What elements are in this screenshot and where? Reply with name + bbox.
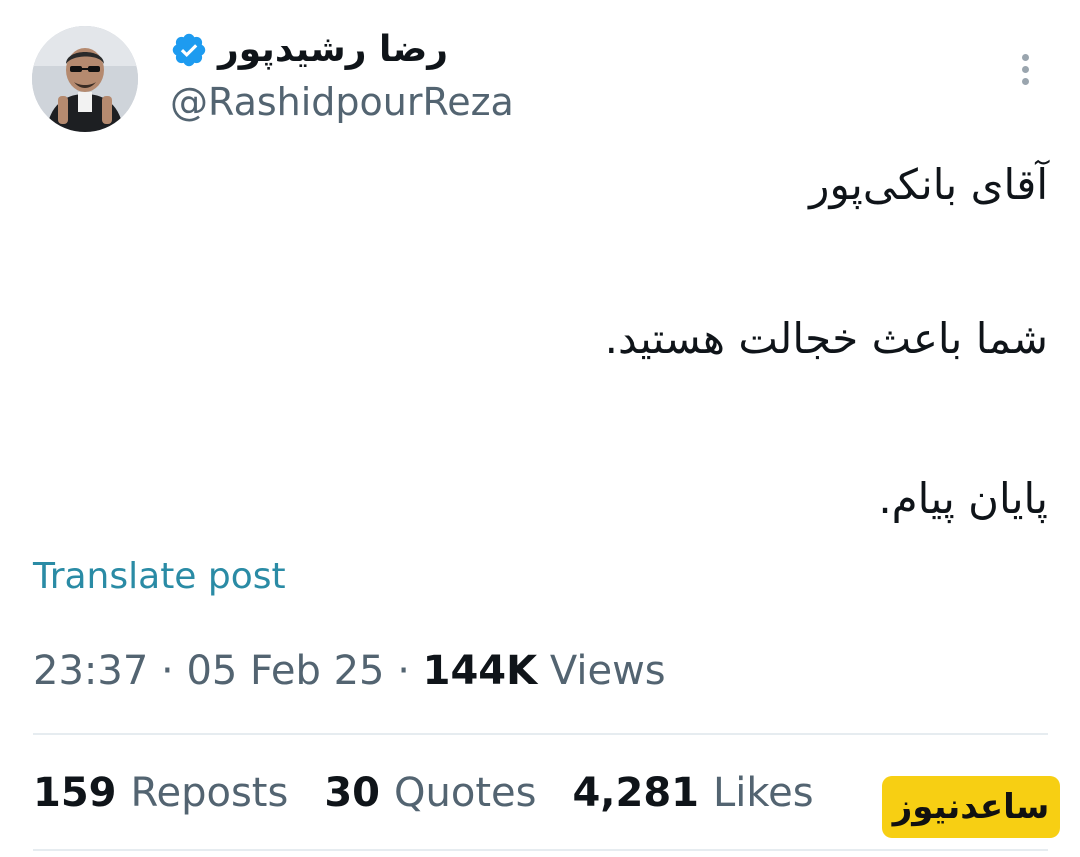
avatar[interactable] <box>32 26 138 132</box>
views-label: Views <box>549 648 666 694</box>
reposts-count: 159 <box>33 770 117 816</box>
watermark-logo: ساعدنیوز <box>882 776 1060 838</box>
quotes-label: Quotes <box>394 770 537 816</box>
divider <box>33 733 1048 735</box>
likes-stat[interactable]: 4,281 Likes <box>572 770 813 816</box>
post-text-line: شما باعث خجالت هستید. <box>604 314 1048 363</box>
likes-label: Likes <box>713 770 814 816</box>
post-text-line: پایان پیام. <box>878 474 1048 523</box>
engagement-stats: 159 Reposts 30 Quotes 4,281 Likes <box>33 770 814 816</box>
reposts-stat[interactable]: 159 Reposts <box>33 770 288 816</box>
author-handle[interactable]: @RashidpourReza <box>170 81 514 124</box>
author-name-row: رضا رشیدپور <box>170 24 448 76</box>
post-text-line: آقای بانکی‌پور <box>809 160 1048 209</box>
quotes-count: 30 <box>324 770 381 816</box>
reposts-label: Reposts <box>130 770 289 816</box>
meta-separator: · <box>161 648 174 694</box>
quotes-stat[interactable]: 30 Quotes <box>324 770 536 816</box>
views-count: 144K <box>422 648 538 694</box>
meta-separator: · <box>397 648 410 694</box>
likes-count: 4,281 <box>572 770 699 816</box>
user-avatar-photo <box>32 26 138 132</box>
post-metadata: 23:37 · 05 Feb 25 · 144K Views <box>33 648 666 694</box>
verified-badge-icon <box>170 31 208 69</box>
more-vertical-icon[interactable] <box>1008 46 1042 92</box>
translate-post-link[interactable]: Translate post <box>33 556 286 597</box>
post-date[interactable]: 05 Feb 25 <box>186 648 384 694</box>
divider <box>33 849 1048 851</box>
post-time[interactable]: 23:37 <box>33 648 148 694</box>
author-display-name[interactable]: رضا رشیدپور <box>218 32 448 68</box>
